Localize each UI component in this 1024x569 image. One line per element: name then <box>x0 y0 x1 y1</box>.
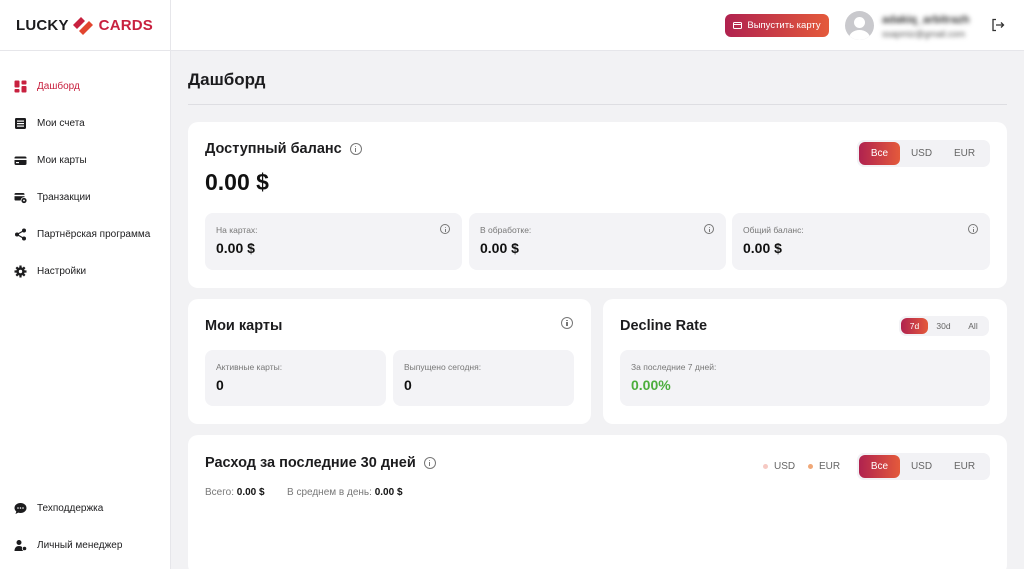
stat-decline-7d: За последние 7 дней: 0.00% <box>620 350 990 406</box>
info-icon[interactable] <box>561 317 573 329</box>
total-label: Всего: <box>205 487 234 498</box>
tab-7d[interactable]: 7d <box>901 318 928 334</box>
header-divider <box>170 0 171 51</box>
sidebar-item-accounts[interactable]: Мои счета <box>14 114 85 132</box>
logo-text-cards: CARDS <box>98 16 154 34</box>
tab-all[interactable]: Все <box>859 142 900 165</box>
chat-icon <box>14 502 27 514</box>
decline-period-tabs: 7d 30d All <box>899 316 989 336</box>
sidebar-item-support[interactable]: Техподдержка <box>14 499 103 517</box>
gear-icon <box>14 265 27 277</box>
stat-active-cards: Активные карты: 0 <box>205 350 386 406</box>
sidebar-item-label: Личный менеджер <box>37 539 123 551</box>
sidebar-item-label: Мои счета <box>37 117 85 129</box>
stat-value: 0.00% <box>631 377 671 393</box>
user-email: ssapmiz@gmail.com <box>882 29 966 39</box>
stat-total-balance: Общий баланс: 0.00 $ <box>732 213 990 270</box>
title-divider <box>188 104 1007 105</box>
available-balance-amount: 0.00 $ <box>205 169 269 195</box>
sidebar-item-dashboard[interactable]: Дашборд <box>14 77 80 95</box>
logo-text-lucky: LUCKY <box>16 16 69 34</box>
top-bar: LUCKY CARDS Выпустить карту adakiq_arbit… <box>0 0 1024 51</box>
sidebar: Дашборд Мои счета Мои карты Транзакции П… <box>0 51 171 569</box>
tab-usd[interactable]: USD <box>900 455 943 478</box>
total-value: 0.00 $ <box>236 487 265 498</box>
stat-value: 0 <box>216 377 224 393</box>
balance-currency-tabs: Все USD EUR <box>857 140 990 167</box>
tab-all[interactable]: Все <box>859 455 900 478</box>
sidebar-item-cards[interactable]: Мои карты <box>14 151 87 169</box>
avatar[interactable] <box>845 11 874 40</box>
legend-usd[interactable]: USD <box>763 461 795 472</box>
issue-card-button[interactable]: Выпустить карту <box>725 14 829 37</box>
average-label: В среднем в день: <box>287 487 372 498</box>
stat-on-cards: На картах: 0.00 $ <box>205 213 462 270</box>
sidebar-item-label: Мои карты <box>37 154 87 166</box>
legend-dot-eur <box>808 464 813 469</box>
stat-value: 0.00 $ <box>480 240 519 256</box>
manager-icon <box>14 539 27 551</box>
tab-eur[interactable]: EUR <box>943 455 986 478</box>
tab-eur[interactable]: EUR <box>943 142 986 165</box>
info-icon[interactable] <box>704 224 714 234</box>
tab-all[interactable]: All <box>959 318 987 334</box>
issue-card-label: Выпустить карту <box>747 20 821 31</box>
sidebar-item-label: Транзакции <box>37 191 91 203</box>
spending-currency-tabs: Все USD EUR <box>857 453 990 480</box>
average-value: 0.00 $ <box>374 487 403 498</box>
info-icon[interactable] <box>440 224 450 234</box>
stat-label: За последние 7 дней: <box>631 362 717 372</box>
legend-label: EUR <box>819 461 841 472</box>
tab-usd[interactable]: USD <box>900 142 943 165</box>
sidebar-item-settings[interactable]: Настройки <box>14 262 86 280</box>
legend-eur[interactable]: EUR <box>808 461 840 472</box>
transactions-icon <box>14 192 27 204</box>
accounts-icon <box>15 117 26 129</box>
legend-dot-usd <box>763 464 768 469</box>
user-name: adakiq_arbitrazh <box>882 14 970 26</box>
balance-title-text: Доступный баланс <box>205 141 342 157</box>
balance-title: Доступный баланс <box>205 141 362 157</box>
stat-label: На картах: <box>216 225 258 235</box>
spending-title-text: Расход за последние 30 дней <box>205 455 416 471</box>
stat-label: В обработке: <box>480 225 532 235</box>
dashboard-icon <box>14 80 27 92</box>
stat-value: 0.00 $ <box>216 240 255 256</box>
info-icon[interactable] <box>423 457 436 469</box>
logo[interactable]: LUCKY CARDS <box>16 14 153 36</box>
share-icon <box>15 228 26 240</box>
sidebar-item-transactions[interactable]: Транзакции <box>14 188 91 206</box>
stat-label: Активные карты: <box>216 362 283 372</box>
sidebar-item-label: Настройки <box>37 265 87 277</box>
credit-card-icon <box>14 156 27 165</box>
sidebar-item-partners[interactable]: Партнёрская программа <box>14 225 150 243</box>
sidebar-item-label: Техподдержка <box>37 502 104 514</box>
info-icon[interactable] <box>349 143 362 155</box>
my-cards-title: Мои карты <box>205 318 283 334</box>
stat-processing: В обработке: 0.00 $ <box>469 213 726 270</box>
stat-issued-today: Выпущено сегодня: 0 <box>393 350 574 406</box>
logout-icon[interactable] <box>991 18 1005 32</box>
spending-title: Расход за последние 30 дней <box>205 455 436 471</box>
stat-label: Выпущено сегодня: <box>404 362 482 372</box>
sidebar-item-label: Дашборд <box>37 80 80 92</box>
legend-label: USD <box>774 461 796 472</box>
card-icon <box>733 22 743 29</box>
sidebar-item-label: Партнёрская программа <box>37 228 151 240</box>
decline-rate-title: Decline Rate <box>620 318 708 334</box>
page-title: Дашборд <box>188 70 266 89</box>
info-icon[interactable] <box>968 224 978 234</box>
stat-value: 0 <box>404 377 412 393</box>
sidebar-item-manager[interactable]: Личный менеджер <box>14 536 122 554</box>
logo-mark-icon <box>72 17 93 35</box>
stat-value: 0.00 $ <box>743 240 782 256</box>
spending-total: Всего: 0.00 $ <box>205 487 265 498</box>
spending-average: В среднем в день: 0.00 $ <box>287 487 403 498</box>
stat-label: Общий баланс: <box>743 225 804 235</box>
tab-30d[interactable]: 30d <box>928 318 959 334</box>
